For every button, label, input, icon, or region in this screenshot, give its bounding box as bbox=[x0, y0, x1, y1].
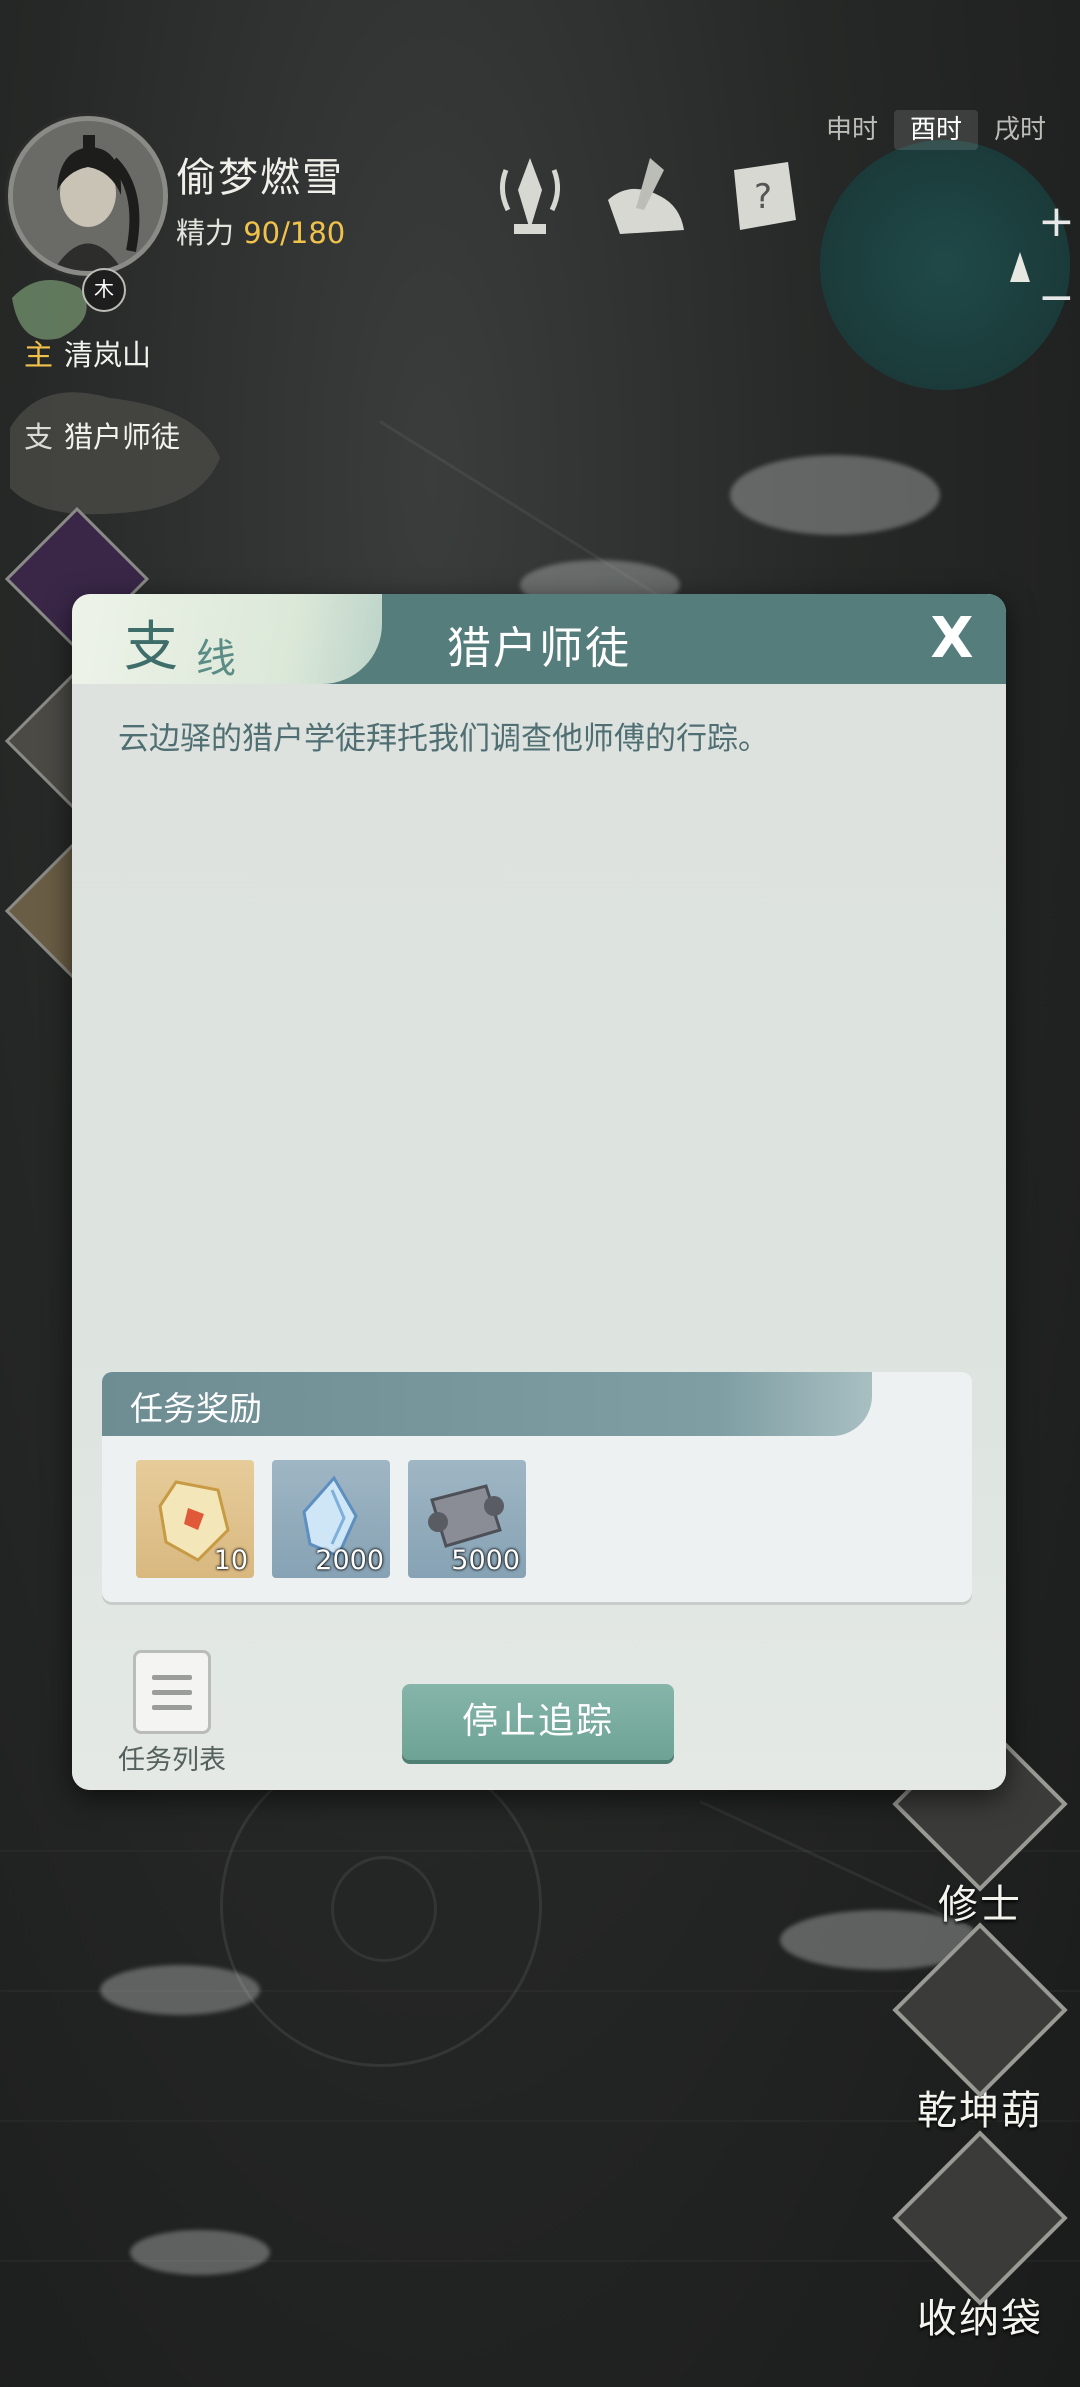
task-list-button[interactable]: 任务列表 bbox=[112, 1650, 232, 1777]
time-item-current: 酉时 bbox=[894, 110, 978, 150]
reward-list: 10 2000 5000 bbox=[136, 1460, 526, 1578]
quest-tracker-main[interactable]: 主 清岚山 bbox=[24, 332, 151, 374]
player-name: 偷梦燃雪 bbox=[176, 155, 344, 201]
reward-header-label: 任务奖励 bbox=[130, 1389, 262, 1428]
reward-item[interactable]: 5000 bbox=[408, 1460, 526, 1578]
dialog-body: 云边驿的猎户学徒拜托我们调查他师傅的行踪。 任务奖励 10 2000 5000 … bbox=[72, 684, 1006, 1790]
zoom-out-button[interactable]: − bbox=[1038, 276, 1075, 320]
side-quest-tag: 支 bbox=[24, 420, 54, 454]
virtual-joystick[interactable] bbox=[220, 1745, 542, 2067]
help-scroll-icon[interactable]: ? bbox=[718, 150, 808, 240]
compass-icon[interactable] bbox=[490, 150, 570, 240]
reward-header: 任务奖励 bbox=[102, 1372, 872, 1436]
svg-text:?: ? bbox=[754, 177, 772, 217]
bag-icon bbox=[892, 2130, 1068, 2306]
task-list-label: 任务列表 bbox=[118, 1745, 226, 1776]
player-avatar[interactable] bbox=[8, 116, 168, 276]
map-icon[interactable] bbox=[600, 150, 690, 240]
reward-panel: 任务奖励 10 2000 5000 bbox=[102, 1372, 972, 1602]
menu-gourd[interactable]: 乾坤葫 bbox=[892, 1922, 1068, 2136]
element-badge: 木 bbox=[82, 268, 126, 312]
reward-quantity: 10 bbox=[213, 1545, 248, 1576]
stamina-value: 90/180 bbox=[243, 216, 346, 250]
reward-quantity: 2000 bbox=[315, 1545, 384, 1576]
joystick-knob[interactable] bbox=[331, 1856, 437, 1962]
list-icon bbox=[133, 1650, 211, 1734]
reward-item[interactable]: 2000 bbox=[272, 1460, 390, 1578]
stop-tracking-button[interactable]: 停止追踪 bbox=[402, 1684, 674, 1760]
quest-description: 云边驿的猎户学徒拜托我们调查他师傅的行踪。 bbox=[118, 721, 769, 757]
time-item: 申时 bbox=[825, 115, 878, 145]
gourd-icon bbox=[892, 1922, 1068, 2098]
close-button[interactable]: X bbox=[920, 604, 984, 674]
dialog-title: 猎户师徒 bbox=[447, 623, 631, 674]
reward-quantity: 5000 bbox=[451, 1545, 520, 1576]
main-quest-tag: 主 bbox=[24, 338, 54, 372]
quest-tracker-side[interactable]: 支 猎户师徒 bbox=[24, 414, 180, 456]
time-item: 戌时 bbox=[993, 115, 1046, 145]
side-quest-text: 猎户师徒 bbox=[64, 420, 181, 454]
stamina-label: 精力 bbox=[176, 216, 235, 250]
zoom-in-button[interactable]: + bbox=[1038, 200, 1075, 244]
stamina-display: 精力 90/180 bbox=[176, 210, 345, 252]
player-marker-icon bbox=[1010, 252, 1030, 282]
reward-item[interactable]: 10 bbox=[136, 1460, 254, 1578]
menu-storage-bag[interactable]: 收纳袋 bbox=[892, 2130, 1068, 2344]
dialog-header: 支 线 猎户师徒 X bbox=[72, 594, 1006, 684]
main-quest-text: 清岚山 bbox=[64, 338, 152, 372]
time-bar: 申时 酉时 戌时 bbox=[810, 110, 1062, 150]
quest-dialog: 支 线 猎户师徒 X 云边驿的猎户学徒拜托我们调查他师傅的行踪。 任务奖励 10 bbox=[72, 594, 1006, 1790]
